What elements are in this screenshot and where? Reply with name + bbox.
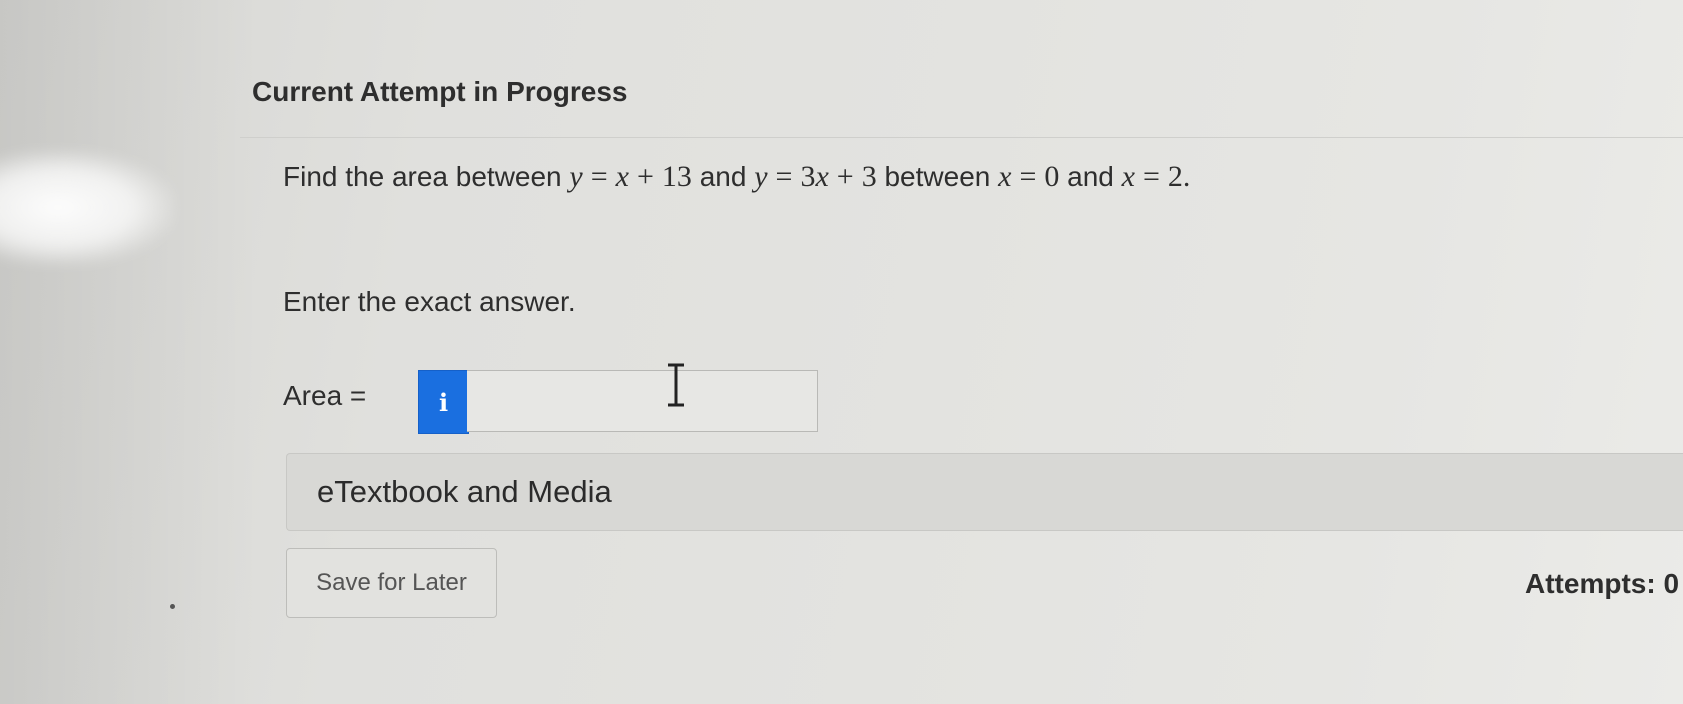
question-text: Find the area between y = x +13 and y = 3x +3 … xyxy=(283,160,1190,194)
eq1-plus: + xyxy=(637,160,654,193)
eq1-x: x xyxy=(615,160,629,193)
screen-glare xyxy=(0,150,175,265)
b2-var: x xyxy=(1121,160,1135,193)
eq2-x: x xyxy=(815,160,829,193)
info-button[interactable]: i xyxy=(418,370,469,434)
eq1-var: y xyxy=(569,160,583,193)
b2-val: 2 xyxy=(1167,160,1183,193)
etextbook-media-label: eTextbook and Media xyxy=(317,474,612,509)
area-label: Area = xyxy=(283,380,367,411)
instruction-text: Enter the exact answer. xyxy=(283,286,576,317)
b2-equals: = xyxy=(1142,160,1160,193)
question-end: . xyxy=(1182,160,1191,193)
and-2: and xyxy=(1059,161,1122,192)
eq2-equals: = xyxy=(775,160,793,193)
between-word: between xyxy=(876,161,999,192)
eq2-plus: + xyxy=(836,160,854,193)
eq1-equals: = xyxy=(590,160,608,193)
b1-equals: = xyxy=(1019,160,1037,193)
equation-2: y = 3x +3 xyxy=(754,160,877,193)
attempts-counter: Attempts: 0 xyxy=(1525,568,1680,599)
header-divider xyxy=(240,137,1683,138)
info-icon: i xyxy=(438,387,449,417)
b1-val: 0 xyxy=(1044,160,1060,193)
save-for-later-button[interactable]: Save for Later xyxy=(286,548,497,618)
b1-var: x xyxy=(998,160,1012,193)
bound-2: x = 2. xyxy=(1122,160,1191,193)
text-cursor-icon xyxy=(668,363,684,407)
eq2-const: 3 xyxy=(861,160,877,193)
page-title: Current Attempt in Progress xyxy=(252,76,628,107)
area-answer-input[interactable] xyxy=(467,370,818,432)
eq2-coef: 3 xyxy=(800,160,816,193)
screen-dust xyxy=(170,604,175,609)
eq1-const: 13 xyxy=(661,160,692,193)
and-1: and xyxy=(691,161,755,192)
etextbook-media-section[interactable]: eTextbook and Media xyxy=(286,453,1683,531)
edge-shadow xyxy=(0,0,260,704)
eq2-var: y xyxy=(754,160,768,193)
question-prefix: Find the area between xyxy=(283,161,570,192)
bound-1: x = 0 xyxy=(998,160,1059,193)
equation-1: y = x +13 xyxy=(569,160,692,193)
